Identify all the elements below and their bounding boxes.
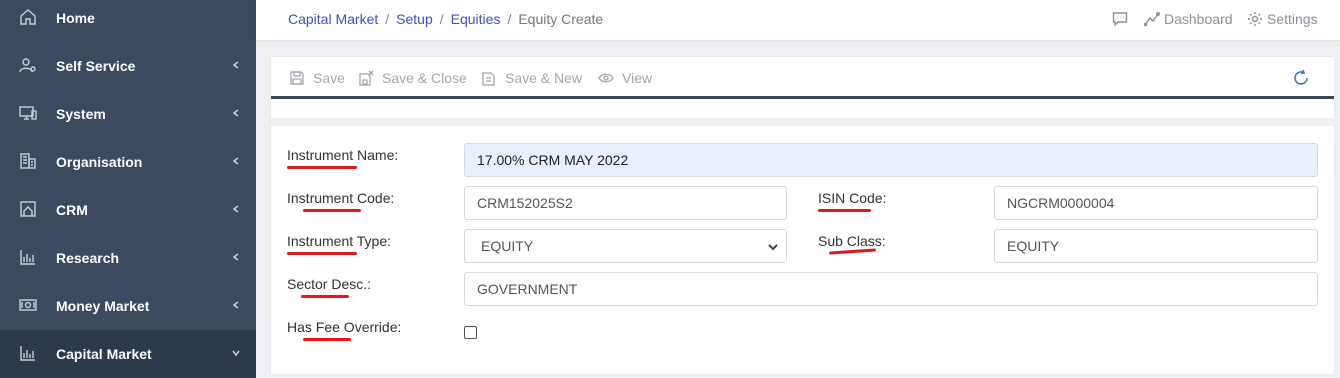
has-fee-override-label: Has Fee Override: [287,319,402,335]
sidebar-item-label: System [56,106,106,122]
chevron-down-icon [768,244,778,251]
instrument-code-input[interactable] [464,186,787,220]
gear-icon [1248,12,1262,26]
settings-label: Settings [1267,11,1318,27]
monitor-icon [19,104,37,122]
settings-link[interactable]: Settings [1247,9,1318,29]
save-close-button[interactable]: Save & Close [358,69,467,87]
annotation-underline [287,252,357,255]
section-divider [271,118,1334,126]
sidebar-item-capital-market[interactable]: Capital Market [0,330,256,378]
sidebar: Home Self Service System Organisation CR… [0,0,256,378]
chevron-left-icon [230,248,242,266]
annotation-underline [287,166,357,169]
instrument-name-label: Instrument Name: [287,147,399,163]
instrument-type-label: Instrument Type: [287,233,392,249]
save-new-button[interactable]: Save & New [481,69,582,87]
breadcrumb-current: Equity Create [518,11,604,27]
sector-desc-input[interactable] [464,272,1318,306]
breadcrumb-separator: / [385,11,390,27]
chevron-left-icon [230,152,242,170]
instrument-code-label: Instrument Code: [287,190,395,206]
bar-chart-icon [19,344,37,362]
instrument-type-value: EQUITY [481,238,534,254]
has-fee-override-checkbox[interactable] [464,326,477,339]
equity-form-panel: Save Save & Close Save & New View Instru… [271,57,1334,374]
sector-desc-label: Sector Desc.: [287,276,372,292]
sub-class-label: Sub Class: [818,233,886,249]
chat-icon [1112,12,1128,27]
user-cog-icon [19,56,37,74]
sidebar-item-label: Money Market [56,298,150,314]
eye-icon [598,73,614,83]
instrument-type-select[interactable]: EQUITY [464,229,787,263]
breadcrumb-equities[interactable]: Equities [451,11,501,27]
annotation-underline [301,295,349,298]
view-button[interactable]: View [598,69,652,87]
bar-chart-icon [19,248,37,266]
building-icon [19,152,37,170]
floppy-disk-icon [290,71,304,85]
breadcrumb: Capital Market / Setup / Equities / Equity Cre… [288,11,603,27]
activity-icon [1144,12,1160,27]
chevron-down-icon [230,344,242,362]
top-header: Capital Market / Setup / Equities / Equity Cre… [256,0,1340,41]
annotation-underline [303,338,351,341]
dashboard-label: Dashboard [1164,11,1233,27]
breadcrumb-setup[interactable]: Setup [396,11,433,27]
home-icon [19,8,37,26]
chevron-left-icon [230,104,242,122]
form-toolbar: Save Save & Close Save & New View [271,57,1334,99]
save-new-label: Save & New [505,70,583,86]
save-close-label: Save & Close [382,70,467,86]
sidebar-item-system[interactable]: System [0,90,256,138]
sidebar-item-organisation[interactable]: Organisation [0,138,256,186]
dashboard-link[interactable]: Dashboard [1144,9,1233,29]
sidebar-item-money-market[interactable]: Money Market [0,282,256,330]
breadcrumb-separator: / [439,11,444,27]
chevron-left-icon [230,296,242,314]
money-icon [19,296,37,314]
save-new-icon [482,72,495,86]
sidebar-item-label: CRM [56,202,88,218]
breadcrumb-separator: / [507,11,512,27]
sidebar-item-label: Home [56,10,95,26]
chat-button[interactable] [1112,9,1132,29]
annotation-underline [828,248,877,255]
isin-code-label: ISIN Code: [818,190,887,206]
sub-class-input[interactable] [994,229,1318,263]
sidebar-item-research[interactable]: Research [0,234,256,282]
sidebar-item-label: Capital Market [56,346,152,362]
save-button[interactable]: Save [289,69,345,87]
chevron-left-icon [230,200,242,218]
breadcrumb-capital-market[interactable]: Capital Market [288,11,378,27]
save-close-icon [359,70,374,86]
instrument-name-input[interactable] [464,143,1318,177]
sidebar-item-label: Research [56,250,120,266]
view-label: View [622,70,653,86]
sidebar-item-label: Self Service [56,58,136,74]
isin-code-input[interactable] [994,186,1318,220]
save-label: Save [313,70,345,86]
sidebar-item-home[interactable]: Home [0,0,256,42]
annotation-underline [303,209,361,212]
contact-frame-icon [19,200,37,218]
annotation-underline [818,209,871,212]
sidebar-item-self-service[interactable]: Self Service [0,42,256,90]
sidebar-item-crm[interactable]: CRM [0,186,256,234]
sidebar-item-label: Organisation [56,154,143,170]
chevron-left-icon [230,56,242,74]
refresh-icon[interactable] [1291,68,1311,88]
